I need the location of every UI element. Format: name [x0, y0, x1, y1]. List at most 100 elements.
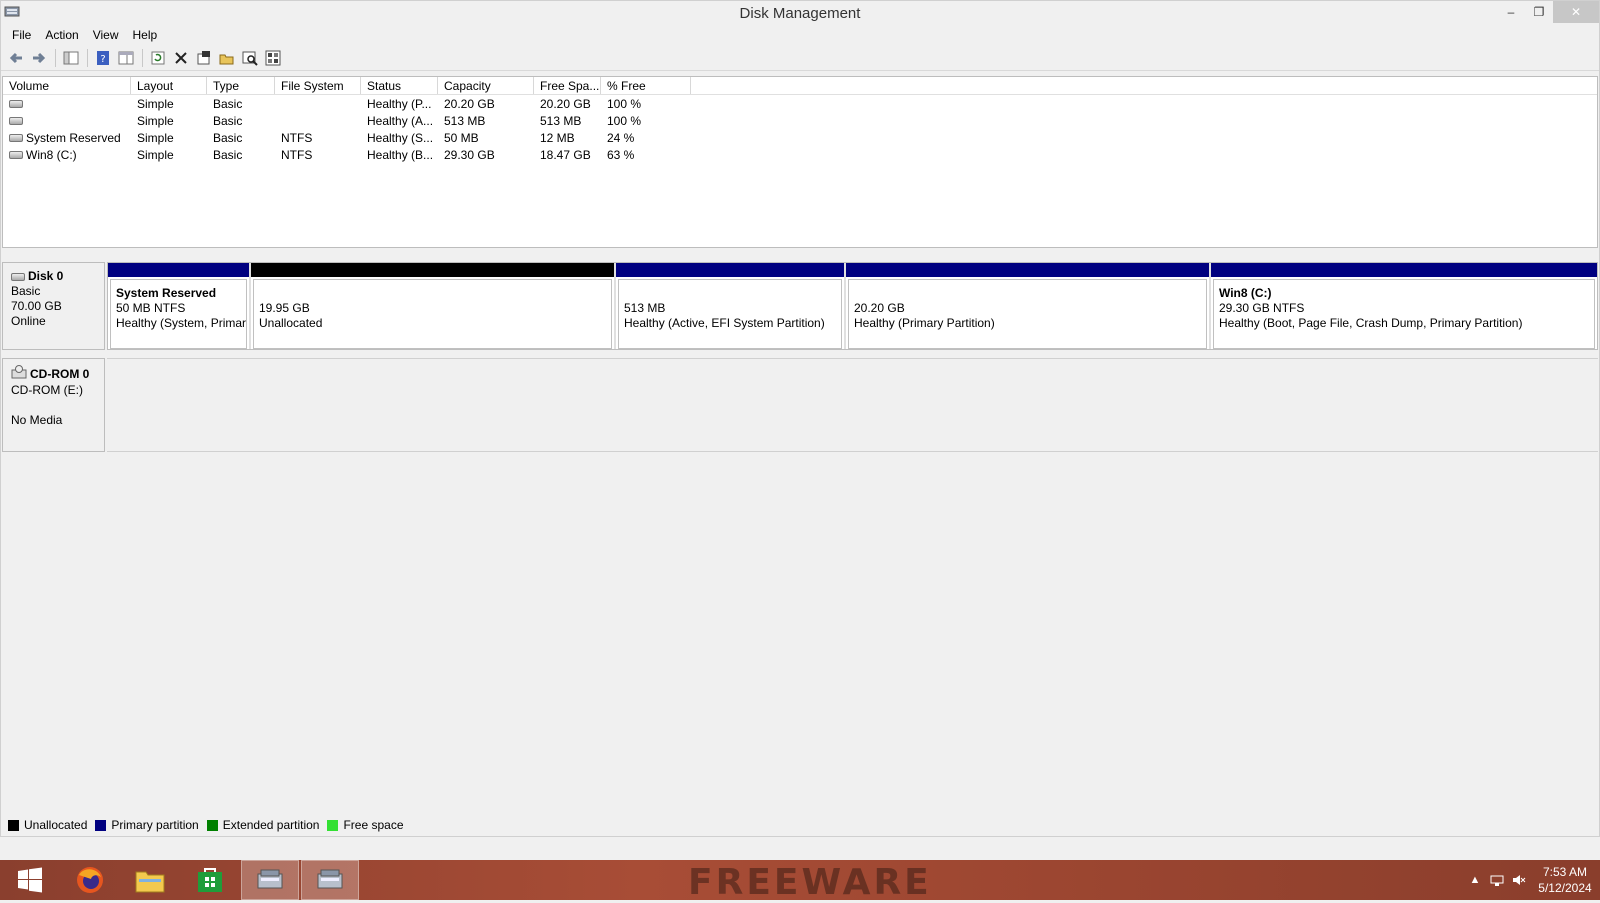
legend-swatch-extended	[206, 819, 218, 831]
cdrom-0-label[interactable]: CD-ROM 0 CD-ROM (E:) No Media	[2, 358, 105, 452]
partition-primary[interactable]: 20.20 GB Healthy (Primary Partition)	[846, 263, 1211, 349]
title-bar[interactable]: Disk Management – ❐ ✕	[1, 1, 1599, 25]
volume-percent-free: 24 %	[607, 130, 635, 145]
legend-swatch-unallocated	[8, 819, 19, 831]
partition-system-reserved[interactable]: System Reserved 50 MB NTFS Healthy (Syst…	[108, 263, 251, 349]
column-header-status[interactable]: Status	[361, 77, 438, 94]
volume-status: Healthy (A...	[367, 113, 434, 128]
partition-size: 19.95 GB	[259, 301, 310, 315]
cdrom-0-name: CD-ROM 0	[30, 366, 90, 381]
minimize-button[interactable]: –	[1497, 1, 1525, 23]
delete-icon[interactable]	[170, 47, 192, 69]
primary-partition-bar	[846, 263, 1209, 277]
column-header-type[interactable]: Type	[207, 77, 275, 94]
legend-label: Unallocated	[24, 818, 88, 832]
computer-management-taskbar-button[interactable]	[241, 860, 299, 900]
volume-file-system: NTFS	[281, 130, 313, 145]
partition-title: System Reserved	[116, 286, 217, 300]
menu-view[interactable]: View	[86, 28, 126, 42]
partition-size: 20.20 GB	[854, 301, 905, 315]
menu-file[interactable]: File	[5, 28, 38, 42]
column-header-capacity[interactable]: Capacity	[438, 77, 534, 94]
show-hide-console-tree-icon[interactable]	[60, 47, 82, 69]
properties-pane-icon[interactable]	[115, 47, 137, 69]
cdrom-0-row: CD-ROM 0 CD-ROM (E:) No Media	[2, 358, 1598, 452]
legend-label: Extended partition	[222, 818, 320, 832]
folder-icon	[135, 871, 165, 893]
legend: Unallocated Primary partition Extended p…	[6, 818, 410, 832]
start-button[interactable]	[0, 860, 60, 900]
svg-text:?: ?	[100, 54, 105, 65]
volume-name: Win8 (C:)	[26, 147, 77, 162]
volume-row[interactable]: Win8 (C:) Simple Basic NTFS Healthy (B..…	[3, 146, 1597, 163]
partition-win8-c[interactable]: Win8 (C:) 29.30 GB NTFS Healthy (Boot, P…	[1211, 263, 1597, 349]
status-bar	[0, 836, 1600, 860]
disk-management-icon	[317, 869, 343, 889]
legend-item: Primary partition	[93, 818, 199, 832]
legend-swatch-free-space	[327, 819, 339, 831]
properties-icon[interactable]	[193, 47, 215, 69]
disk-0-size: 70.00 GB	[11, 299, 62, 313]
cdrom-0-media-area[interactable]	[107, 358, 1598, 452]
file-explorer-taskbar-button[interactable]	[120, 860, 180, 900]
refresh-icon[interactable]	[147, 47, 169, 69]
restore-button[interactable]: ❐	[1525, 1, 1553, 23]
drive-icon	[9, 99, 23, 108]
close-button[interactable]: ✕	[1553, 1, 1599, 23]
firefox-taskbar-button[interactable]	[60, 860, 120, 900]
clock-time: 7:53 AM	[1542, 865, 1588, 879]
column-header-percent-free[interactable]: % Free	[601, 77, 691, 94]
explore-icon[interactable]	[239, 47, 261, 69]
volume-muted-icon[interactable]	[1508, 860, 1530, 900]
column-header-layout[interactable]: Layout	[131, 77, 207, 94]
toolbar-separator	[55, 48, 56, 67]
volume-list-pane[interactable]: Volume Layout Type File System Status Ca…	[2, 76, 1598, 248]
disk-management-taskbar-button[interactable]	[301, 860, 359, 900]
volume-free-space: 12 MB	[540, 130, 575, 145]
partition-unallocated[interactable]: 19.95 GB Unallocated	[251, 263, 616, 349]
disk-icon	[11, 272, 25, 281]
freeware-watermark: FREEWARE	[688, 862, 932, 903]
menu-action[interactable]: Action	[38, 28, 85, 42]
volume-type: Basic	[213, 147, 243, 162]
system-tray: ▲ 7:53 AM 5/12/2024	[1464, 860, 1600, 900]
disk-0-label[interactable]: Disk 0 Basic 70.00 GB Online	[2, 262, 105, 350]
disk-0-name: Disk 0	[28, 269, 64, 283]
show-hidden-icons-chevron-icon[interactable]: ▲	[1464, 860, 1486, 900]
settings-icon[interactable]	[262, 47, 284, 69]
volume-capacity: 513 MB	[444, 113, 486, 128]
volume-file-system: NTFS	[281, 147, 313, 162]
disk-graphical-pane: Disk 0 Basic 70.00 GB Online System Rese…	[2, 254, 1598, 454]
primary-partition-bar	[108, 263, 249, 277]
legend-item: Free space	[325, 818, 404, 832]
column-header-volume[interactable]: Volume	[3, 77, 131, 94]
taskbar-clock[interactable]: 7:53 AM 5/12/2024	[1530, 864, 1600, 896]
forward-icon[interactable]	[28, 47, 50, 69]
store-taskbar-button[interactable]	[180, 860, 240, 900]
column-header-free-space[interactable]: Free Spa...	[534, 77, 601, 94]
menu-bar: File Action View Help	[1, 25, 1599, 45]
disk-0-status: Online	[11, 314, 46, 328]
windows-logo-icon	[18, 867, 42, 893]
volume-row[interactable]: Simple Basic Healthy (A... 513 MB 513 MB…	[3, 112, 1597, 129]
back-icon[interactable]	[5, 47, 27, 69]
menu-help[interactable]: Help	[126, 28, 165, 42]
partition-efi[interactable]: 513 MB Healthy (Active, EFI System Parti…	[616, 263, 846, 349]
partition-size: 29.30 GB NTFS	[1219, 301, 1305, 315]
volume-free-space: 20.20 GB	[540, 96, 591, 111]
volume-free-space: 513 MB	[540, 113, 582, 128]
help-icon[interactable]: ?	[92, 47, 114, 69]
network-icon[interactable]	[1486, 860, 1508, 900]
open-icon[interactable]	[216, 47, 238, 69]
volume-percent-free: 100 %	[607, 113, 642, 128]
partition-status: Healthy (Active, EFI System Partition)	[624, 316, 825, 330]
window-title: Disk Management	[739, 5, 861, 22]
column-header-file-system[interactable]: File System	[275, 77, 361, 94]
primary-partition-bar	[616, 263, 844, 277]
volume-free-space: 18.47 GB	[540, 147, 591, 162]
volume-row[interactable]: Simple Basic Healthy (P... 20.20 GB 20.2…	[3, 95, 1597, 112]
volume-row[interactable]: System Reserved Simple Basic NTFS Health…	[3, 129, 1597, 146]
volume-layout: Simple	[137, 130, 174, 145]
legend-label: Primary partition	[111, 818, 199, 832]
firefox-icon	[77, 867, 103, 893]
